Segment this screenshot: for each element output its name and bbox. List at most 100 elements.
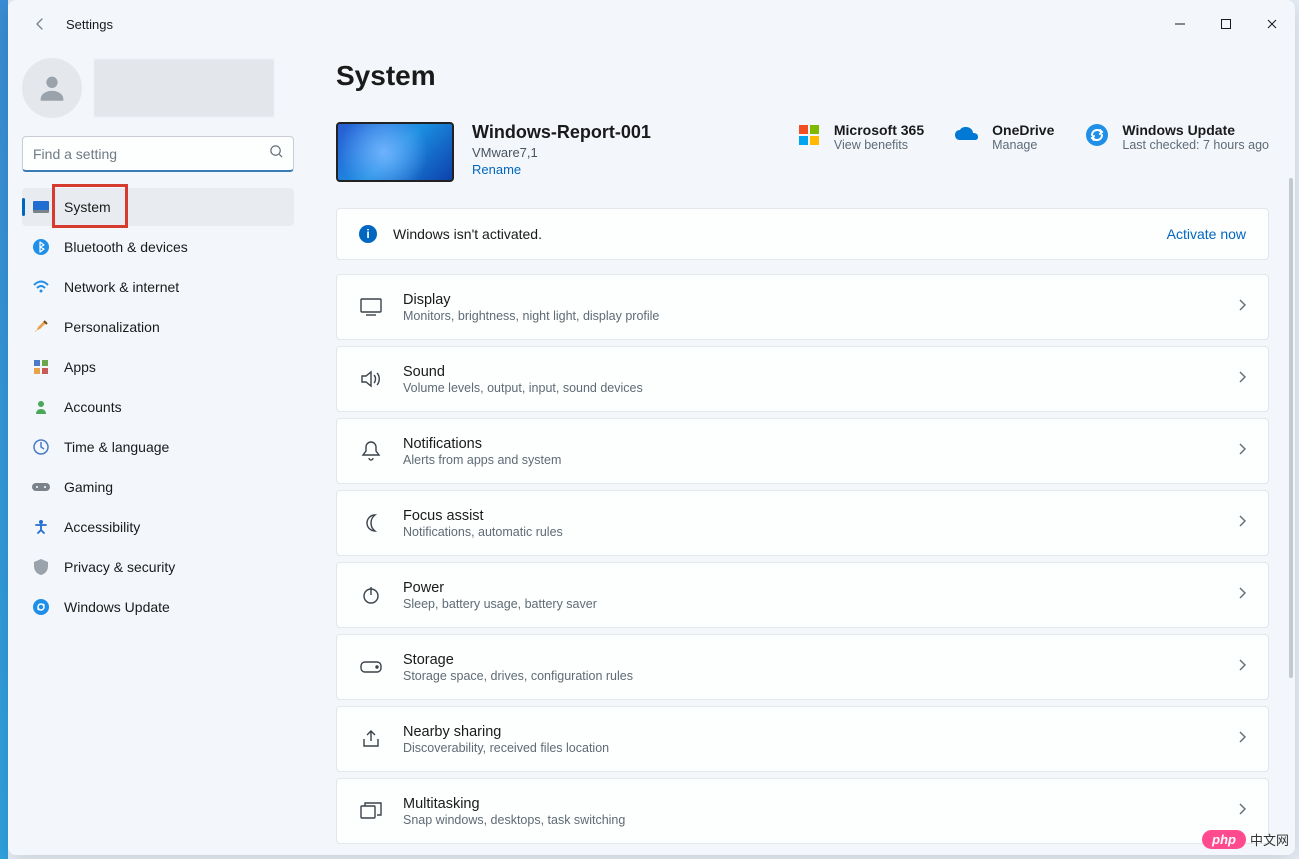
sidebar-item-label: Privacy & security [64,559,175,575]
minimize-button[interactable] [1157,8,1203,40]
settings-window: Settings Syste [8,0,1295,855]
sound-icon [359,367,383,391]
setting-display[interactable]: DisplayMonitors, brightness, night light… [336,274,1269,340]
arrow-left-icon [32,16,48,32]
sidebar-item-system[interactable]: System [22,188,294,226]
rename-link[interactable]: Rename [472,162,651,177]
microsoft-365-card[interactable]: Microsoft 365 View benefits [796,122,924,152]
setting-subtitle: Sleep, battery usage, battery saver [403,597,597,611]
close-button[interactable] [1249,8,1295,40]
setting-multitasking[interactable]: MultitaskingSnap windows, desktops, task… [336,778,1269,844]
windows-update-card[interactable]: Windows Update Last checked: 7 hours ago [1084,122,1269,152]
main-content: System Windows-Report-001 VMware7,1 Rena… [308,48,1295,855]
storage-icon [359,655,383,679]
device-name: Windows-Report-001 [472,122,651,143]
search-input[interactable] [22,136,294,172]
scrollbar-thumb[interactable] [1289,178,1293,678]
sidebar: System Bluetooth & devices Network & int… [8,48,308,855]
setting-subtitle: Alerts from apps and system [403,453,561,467]
setting-subtitle: Discoverability, received files location [403,741,609,755]
chevron-right-icon [1238,802,1246,820]
scrollbar[interactable] [1289,48,1293,855]
setting-title: Nearby sharing [403,724,609,740]
setting-storage[interactable]: StorageStorage space, drives, configurat… [336,634,1269,700]
bell-icon [359,439,383,463]
sidebar-item-label: Gaming [64,479,113,495]
back-button[interactable] [24,8,56,40]
chevron-right-icon [1238,658,1246,676]
sidebar-item-accessibility[interactable]: Accessibility [22,508,294,546]
sidebar-item-time-language[interactable]: Time & language [22,428,294,466]
setting-focus-assist[interactable]: Focus assistNotifications, automatic rul… [336,490,1269,556]
info-icon: i [359,225,377,243]
card-title: Microsoft 365 [834,122,924,138]
profile-name-redacted [94,59,274,117]
sidebar-item-label: System [64,199,111,215]
chevron-right-icon [1238,298,1246,316]
app-title: Settings [66,17,113,32]
card-title: OneDrive [992,122,1054,138]
microsoft-365-icon [796,122,822,148]
apps-icon [32,358,50,376]
sidebar-item-label: Time & language [64,439,169,455]
setting-sound[interactable]: SoundVolume levels, output, input, sound… [336,346,1269,412]
sidebar-item-privacy[interactable]: Privacy & security [22,548,294,586]
maximize-button[interactable] [1203,8,1249,40]
wifi-icon [32,278,50,296]
device-thumbnail[interactable] [336,122,454,182]
sidebar-item-gaming[interactable]: Gaming [22,468,294,506]
chevron-right-icon [1238,730,1246,748]
setting-nearby-sharing[interactable]: Nearby sharingDiscoverability, received … [336,706,1269,772]
system-icon [32,198,50,216]
sidebar-item-network[interactable]: Network & internet [22,268,294,306]
accessibility-icon [32,518,50,536]
card-subtitle: Last checked: 7 hours ago [1122,138,1269,152]
setting-title: Power [403,580,597,596]
setting-power[interactable]: PowerSleep, battery usage, battery saver [336,562,1269,628]
sidebar-item-accounts[interactable]: Accounts [22,388,294,426]
card-subtitle: View benefits [834,138,924,152]
display-icon [359,295,383,319]
page-title: System [336,60,1269,92]
desktop-background-sliver [0,0,8,859]
setting-subtitle: Volume levels, output, input, sound devi… [403,381,643,395]
watermark-badge: php 中文网 [1202,830,1289,849]
sidebar-item-label: Bluetooth & devices [64,239,188,255]
multitask-icon [359,799,383,823]
chevron-right-icon [1238,586,1246,604]
sidebar-item-windows-update[interactable]: Windows Update [22,588,294,626]
update-icon [32,598,50,616]
clock-globe-icon [32,438,50,456]
bluetooth-icon [32,238,50,256]
sidebar-item-bluetooth[interactable]: Bluetooth & devices [22,228,294,266]
sidebar-item-personalization[interactable]: Personalization [22,308,294,346]
sidebar-item-label: Network & internet [64,279,179,295]
titlebar: Settings [8,0,1295,48]
onedrive-card[interactable]: OneDrive Manage [954,122,1054,152]
chevron-right-icon [1238,514,1246,532]
sidebar-item-apps[interactable]: Apps [22,348,294,386]
watermark-pill: php [1202,830,1246,849]
card-title: Windows Update [1122,122,1269,138]
setting-title: Sound [403,364,643,380]
setting-subtitle: Notifications, automatic rules [403,525,563,539]
person-icon [35,71,69,105]
power-icon [359,583,383,607]
profile-section[interactable] [22,58,294,118]
setting-subtitle: Monitors, brightness, night light, displ… [403,309,659,323]
device-row: Windows-Report-001 VMware7,1 Rename Micr… [336,122,1269,182]
setting-title: Display [403,292,659,308]
accounts-icon [32,398,50,416]
sidebar-item-label: Accounts [64,399,122,415]
setting-title: Focus assist [403,508,563,524]
window-controls [1157,8,1295,40]
onedrive-icon [954,122,980,148]
setting-subtitle: Snap windows, desktops, task switching [403,813,625,827]
setting-notifications[interactable]: NotificationsAlerts from apps and system [336,418,1269,484]
activate-now-link[interactable]: Activate now [1167,226,1246,242]
sidebar-item-label: Personalization [64,319,160,335]
avatar [22,58,82,118]
activation-banner[interactable]: i Windows isn't activated. Activate now [336,208,1269,260]
sidebar-nav: System Bluetooth & devices Network & int… [22,188,294,628]
setting-title: Multitasking [403,796,625,812]
